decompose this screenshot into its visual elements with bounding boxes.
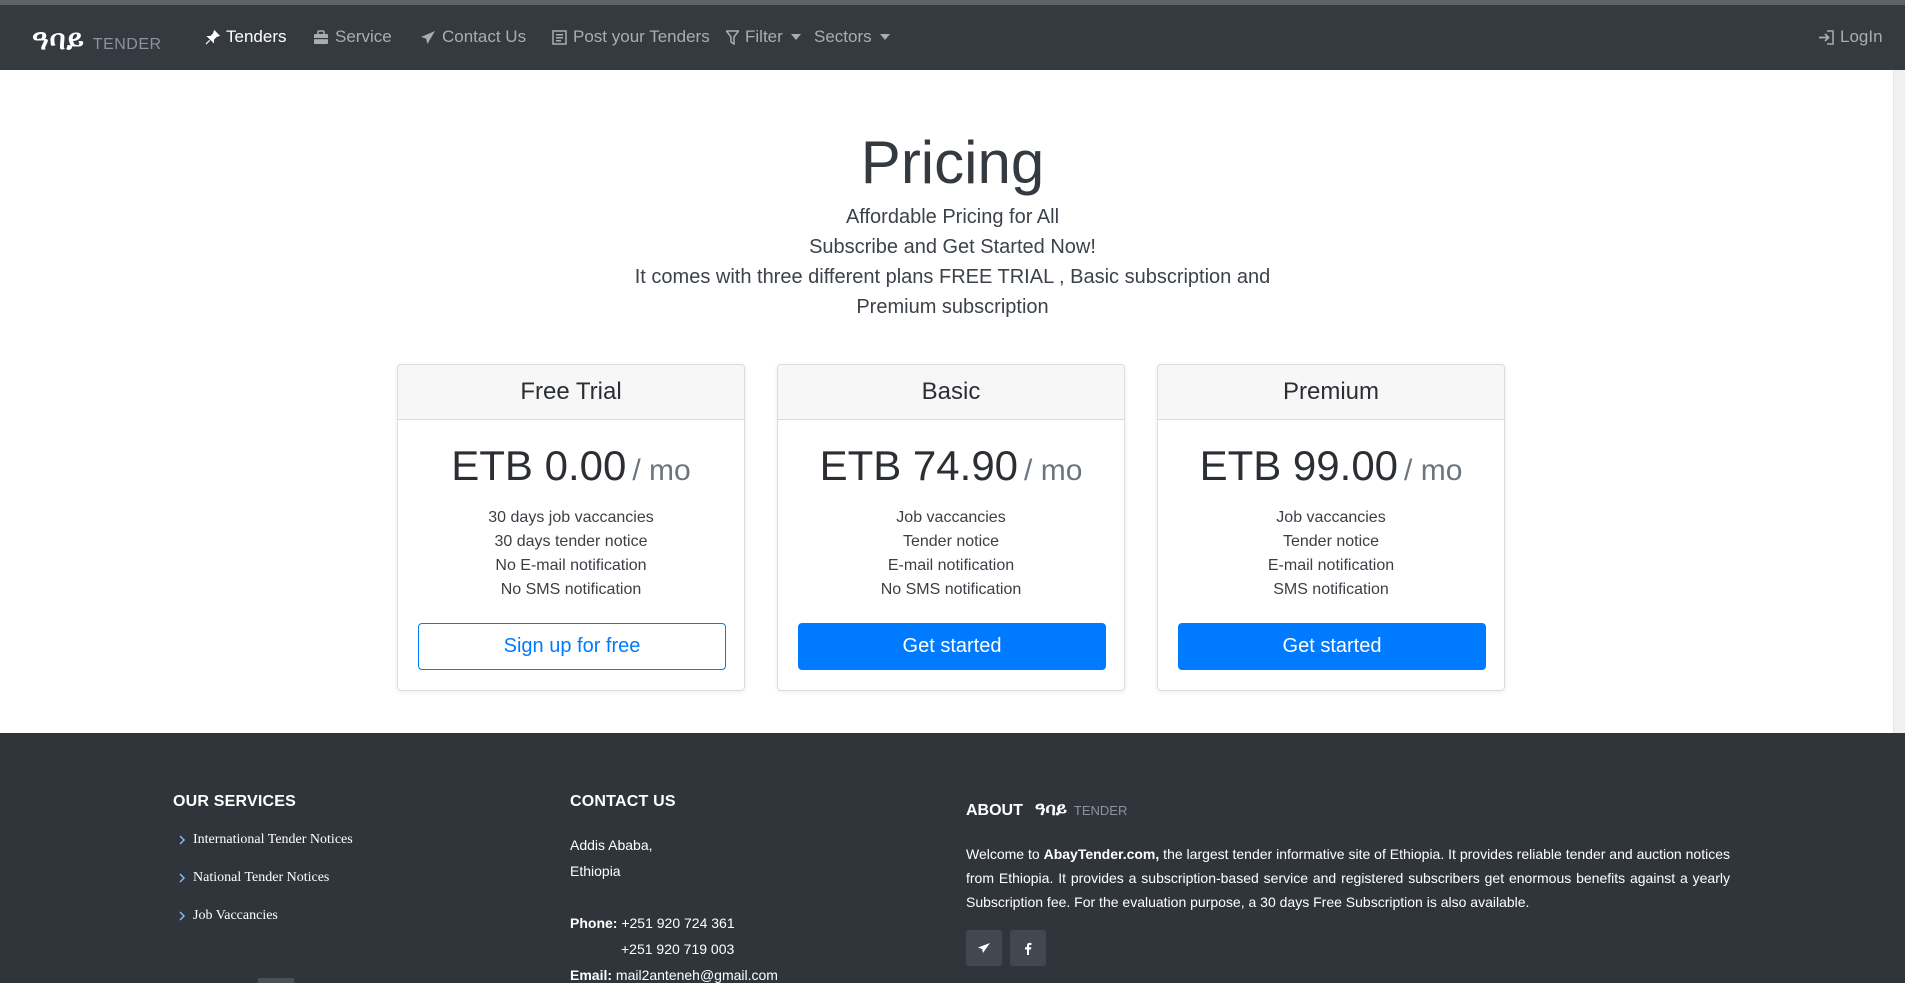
feature-item: E-mail notification <box>887 557 1015 574</box>
price-amount: ETB 0.00 <box>451 442 627 489</box>
login-link[interactable]: LogIn <box>1818 27 1883 47</box>
price-amount: ETB 74.90 <box>819 442 1019 489</box>
feature-item: Tender notice <box>1282 533 1380 550</box>
services-heading: OUR SERVICES <box>173 793 297 810</box>
nav-service-label: Service <box>335 27 392 46</box>
facebook-icon <box>1025 942 1032 955</box>
nav-tenders[interactable]: Tenders <box>205 27 286 47</box>
top-navbar: ዓባይ TENDER Tenders Service Contact Us Po… <box>0 5 1905 70</box>
address-line-2: Ethiopia <box>570 863 621 879</box>
about-description: Welcome to AbayTender.com, the largest t… <box>966 842 1730 914</box>
nav-post-tenders[interactable]: Post your Tenders <box>552 27 710 47</box>
scroll-to-top-stub[interactable] <box>258 978 294 983</box>
get-started-premium-button[interactable]: Get started <box>1178 623 1486 670</box>
site-footer: OUR SERVICES International Tender Notice… <box>0 733 1905 983</box>
about-brand-mark: ዓባይ <box>1034 799 1067 820</box>
plan-price: ETB 99.00/ mo <box>1158 442 1504 489</box>
plan-card-basic: Basic ETB 74.90/ mo Job vaccancies Tende… <box>777 364 1125 691</box>
filter-icon <box>726 29 739 45</box>
price-period: / mo <box>1404 454 1463 487</box>
chevron-down-icon <box>879 34 890 40</box>
email-label: Email: <box>570 967 613 983</box>
about-brand-subtitle: TENDER <box>1073 803 1128 818</box>
sign-up-free-button[interactable]: Sign up for free <box>418 623 726 670</box>
page-title: Pricing <box>860 129 1045 196</box>
chevron-right-icon <box>179 835 186 845</box>
feature-item: No E-mail notification <box>495 557 647 574</box>
phone-line: Phone: +251 920 724 361 <box>570 915 735 931</box>
service-link-jobs[interactable]: Job Vaccancies <box>193 908 278 924</box>
price-period: / mo <box>632 454 691 487</box>
nav-contact-us-label: Contact Us <box>442 27 527 46</box>
about-intro: Welcome to <box>966 846 1044 862</box>
chevron-right-icon <box>179 873 186 883</box>
telegram-button[interactable] <box>966 930 1002 966</box>
paper-plane-icon <box>421 30 435 44</box>
nav-contact-us[interactable]: Contact Us <box>420 27 526 47</box>
plan-price: ETB 0.00/ mo <box>398 442 744 489</box>
brand-logo[interactable]: ዓባይ TENDER <box>32 23 162 57</box>
feature-item: SMS notification <box>1273 581 1389 598</box>
briefcase-icon <box>314 29 328 44</box>
phone-number-1: +251 920 724 361 <box>621 915 735 931</box>
chevron-right-icon <box>179 911 186 921</box>
feature-list: Job vaccancies Tender notice E-mail noti… <box>778 506 1124 602</box>
about-site-name: AbayTender.com, <box>1043 846 1160 862</box>
nav-filter-dropdown[interactable]: Filter <box>726 27 801 47</box>
plan-name: Premium <box>1158 365 1504 420</box>
feature-item: No SMS notification <box>500 581 642 598</box>
telegram-icon <box>978 943 990 953</box>
hero-description: It comes with three different plans FREE… <box>634 266 1271 288</box>
email-address[interactable]: mail2anteneh@gmail.com <box>616 967 778 983</box>
nav-sectors-dropdown[interactable]: Sectors <box>814 27 890 47</box>
pin-icon <box>205 29 220 44</box>
nav-tenders-label: Tenders <box>226 27 287 46</box>
feature-list: 30 days job vaccancies 30 days tender no… <box>398 506 744 602</box>
service-link-national[interactable]: National Tender Notices <box>193 870 329 886</box>
feature-item: Job vaccancies <box>896 509 1006 526</box>
get-started-basic-button[interactable]: Get started <box>798 623 1106 670</box>
phone-label: Phone: <box>570 915 618 931</box>
price-period: / mo <box>1024 454 1083 487</box>
feature-item: E-mail notification <box>1267 557 1395 574</box>
feature-list: Job vaccancies Tender notice E-mail noti… <box>1158 506 1504 602</box>
plan-card-premium: Premium ETB 99.00/ mo Job vaccancies Ten… <box>1157 364 1505 691</box>
feature-item: 30 days job vaccancies <box>488 509 654 526</box>
nav-service[interactable]: Service <box>313 27 392 47</box>
plan-name: Free Trial <box>398 365 744 420</box>
email-line: Email: mail2anteneh@gmail.com <box>570 967 778 983</box>
brand-subtitle: TENDER <box>92 36 162 53</box>
feature-item: No SMS notification <box>880 581 1022 598</box>
facebook-button[interactable] <box>1010 930 1046 966</box>
price-amount: ETB 99.00 <box>1199 442 1399 489</box>
contact-heading: CONTACT US <box>570 793 676 810</box>
hero-cta-text: Subscribe and Get Started Now! <box>809 236 1096 258</box>
phone-number-2: +251 920 719 003 <box>621 941 735 957</box>
address-line-1: Addis Ababa, <box>570 837 653 853</box>
feature-item: Job vaccancies <box>1276 509 1386 526</box>
about-heading: ABOUT ዓባይ TENDER <box>966 799 1127 820</box>
feature-item: Tender notice <box>902 533 1000 550</box>
brand-mark: ዓባይ <box>32 23 85 56</box>
chevron-down-icon <box>790 34 801 40</box>
about-label: ABOUT <box>966 802 1023 819</box>
service-link-international[interactable]: International Tender Notices <box>193 832 353 848</box>
login-icon <box>1819 29 1834 45</box>
hero-description-cont: Premium subscription <box>856 296 1049 318</box>
nav-sectors-label: Sectors <box>814 27 872 46</box>
feature-item: 30 days tender notice <box>494 533 648 550</box>
plan-card-free-trial: Free Trial ETB 0.00/ mo 30 days job vacc… <box>397 364 745 691</box>
nav-post-tenders-label: Post your Tenders <box>573 27 710 46</box>
document-icon <box>552 29 567 45</box>
hero-tagline: Affordable Pricing for All <box>845 206 1060 228</box>
nav-filter-label: Filter <box>745 27 783 46</box>
plan-price: ETB 74.90/ mo <box>778 442 1124 489</box>
plan-name: Basic <box>778 365 1124 420</box>
login-label: LogIn <box>1840 27 1883 46</box>
